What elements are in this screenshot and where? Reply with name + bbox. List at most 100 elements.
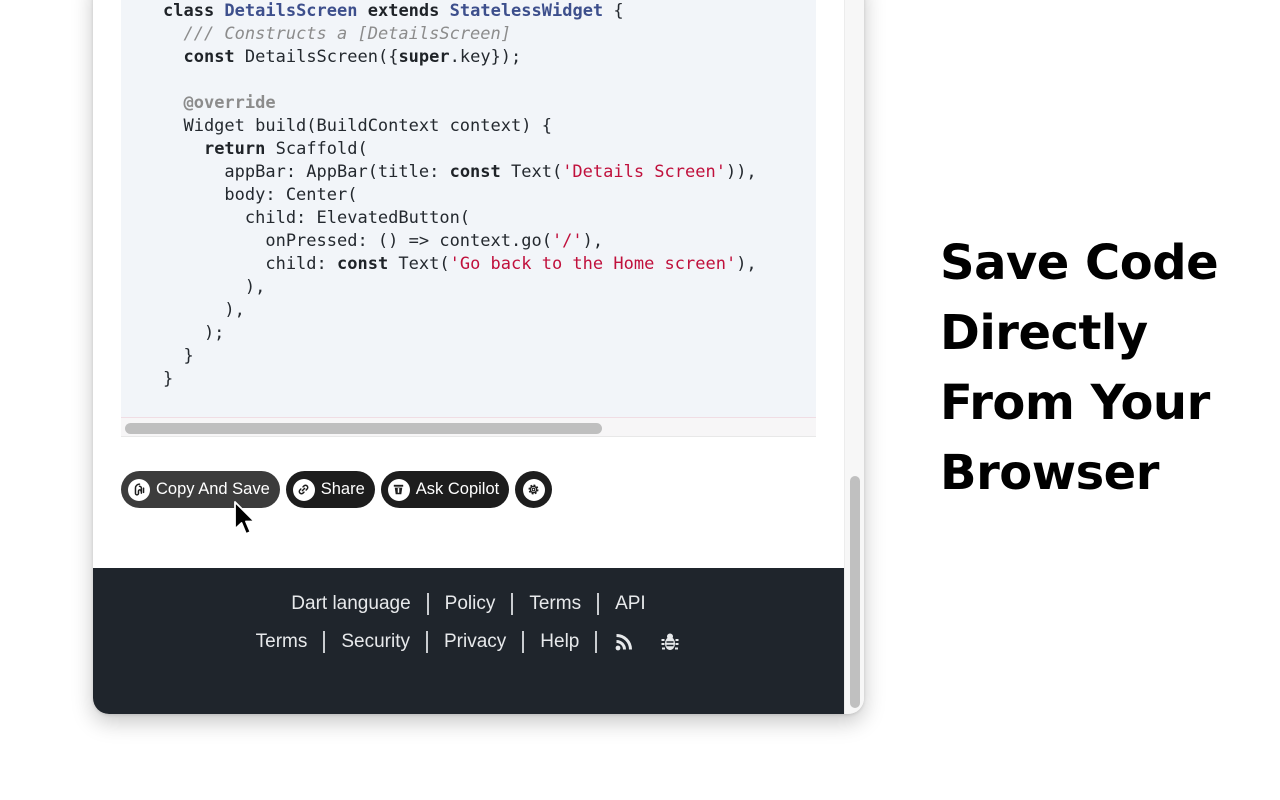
- mouse-pointer-icon: [234, 501, 256, 535]
- code-token: appBar: AppBar(title:: [163, 162, 450, 182]
- divider: [426, 631, 428, 653]
- code-block: class DetailsScreen extends StatelessWid…: [121, 0, 816, 437]
- vertical-scrollbar[interactable]: [844, 0, 864, 714]
- code-line: }: [163, 368, 757, 391]
- footer-link-terms[interactable]: Terms: [529, 593, 581, 615]
- vertical-scrollbar-thumb[interactable]: [850, 476, 860, 708]
- code-token-kw: const: [183, 47, 235, 67]
- horizontal-scrollbar[interactable]: [121, 417, 816, 437]
- ask-copilot-label: Ask Copilot: [415, 480, 500, 498]
- code-line: return Scaffold(: [163, 138, 757, 161]
- code-token: DetailsScreen({: [234, 47, 399, 67]
- code-token: }: [163, 369, 174, 389]
- code-token: child:: [163, 254, 337, 274]
- headline-line: From Your: [940, 375, 1210, 431]
- footer-link-policy[interactable]: Policy: [445, 593, 496, 615]
- divider: [426, 593, 429, 615]
- link-icon: [292, 478, 315, 501]
- code-token-kw: const: [449, 162, 501, 182]
- share-label: Share: [320, 480, 365, 498]
- code-token: body: Center(: [163, 185, 358, 205]
- code-line: const DetailsScreen({super.key});: [163, 46, 757, 69]
- code-line: appBar: AppBar(title: const Text('Detail…: [163, 161, 757, 184]
- settings-button[interactable]: [515, 471, 553, 508]
- code-line: /// Constructs a [DetailsScreen]: [163, 23, 757, 46]
- browser-window: class DetailsScreen extends StatelessWid…: [93, 0, 864, 714]
- code-token: Text(: [500, 162, 563, 182]
- footer-link-help[interactable]: Help: [540, 631, 579, 653]
- code-token-type: StatelessWidget: [449, 1, 604, 21]
- divider: [323, 631, 326, 653]
- code-line: Widget build(BuildContext context) {: [163, 115, 757, 138]
- page-content: class DetailsScreen extends StatelessWid…: [93, 0, 844, 714]
- site-footer: Dart language Policy Terms API Terms Sec…: [93, 568, 844, 714]
- code-token-kw: const: [337, 254, 389, 274]
- divider: [511, 593, 514, 615]
- copilot-icon: [387, 478, 410, 501]
- code-token: child: ElevatedButton(: [163, 208, 471, 228]
- code-token-str: 'Details Screen': [562, 162, 726, 182]
- code-line: ),: [163, 299, 757, 322]
- code-line: ),: [163, 276, 757, 299]
- code-token: .key});: [449, 47, 522, 67]
- footer-link-security[interactable]: Security: [341, 631, 410, 653]
- code-snippet: class DetailsScreen extends StatelessWid…: [163, 0, 757, 391]
- code-token-kw: class: [163, 1, 225, 21]
- footer-links-secondary: Terms Security Privacy Help: [93, 628, 844, 656]
- rss-icon[interactable]: [613, 631, 635, 653]
- code-token: ),: [163, 277, 266, 297]
- snippet-actions: Copy And Save Share Ask Copilot: [121, 471, 553, 508]
- code-line: }: [163, 345, 757, 368]
- footer-link-dart-language[interactable]: Dart language: [291, 593, 410, 615]
- code-token: )),: [725, 162, 757, 182]
- headline-line: Browser: [940, 445, 1159, 501]
- gear-icon: [522, 478, 545, 501]
- code-line: child: ElevatedButton(: [163, 207, 757, 230]
- code-token: ),: [736, 254, 757, 274]
- code-token: ),: [163, 300, 245, 320]
- code-token-kw: return: [203, 139, 266, 159]
- code-token-type: DetailsScreen: [224, 1, 358, 21]
- code-token: onPressed: () => context.go(: [163, 231, 552, 251]
- footer-link-api[interactable]: API: [615, 593, 646, 615]
- code-token: );: [163, 323, 225, 343]
- code-token-meta: @override: [183, 93, 276, 113]
- divider: [595, 631, 598, 653]
- bug-icon[interactable]: [659, 631, 681, 653]
- copy-and-save-label: Copy And Save: [156, 480, 270, 498]
- code-line: );: [163, 322, 757, 345]
- code-line: class DetailsScreen extends StatelessWid…: [163, 0, 757, 23]
- footer-links-primary: Dart language Policy Terms API: [93, 590, 844, 618]
- code-token: Text(: [388, 254, 450, 274]
- code-token: Widget build(BuildContext context) {: [163, 116, 552, 136]
- code-line: child: const Text('Go back to the Home s…: [163, 253, 757, 276]
- code-token: {: [603, 1, 624, 21]
- code-token-kw: extends: [367, 1, 440, 21]
- code-line: @override: [163, 92, 757, 115]
- code-token: }: [163, 346, 194, 366]
- promo-headline: Save Code Directly From Your Browser: [940, 228, 1260, 508]
- horizontal-scrollbar-thumb[interactable]: [125, 423, 602, 434]
- footer-link-privacy[interactable]: Privacy: [444, 631, 506, 653]
- code-token: ),: [582, 231, 604, 251]
- divider: [597, 593, 600, 615]
- headline-line: Save Code: [940, 235, 1219, 291]
- code-line: onPressed: () => context.go('/'),: [163, 230, 757, 253]
- code-line: body: Center(: [163, 184, 757, 207]
- code-token-kw: super: [398, 47, 450, 67]
- code-token: Scaffold(: [265, 139, 368, 159]
- footer-link-terms-secondary[interactable]: Terms: [256, 631, 308, 653]
- ask-copilot-button[interactable]: Ask Copilot: [380, 471, 510, 508]
- code-token-str: 'Go back to the Home screen': [449, 254, 737, 274]
- divider: [522, 631, 525, 653]
- code-token-str: '/': [551, 231, 583, 251]
- share-button[interactable]: Share: [285, 471, 375, 508]
- code-token-comment: /// Constructs a [DetailsScreen]: [183, 24, 511, 44]
